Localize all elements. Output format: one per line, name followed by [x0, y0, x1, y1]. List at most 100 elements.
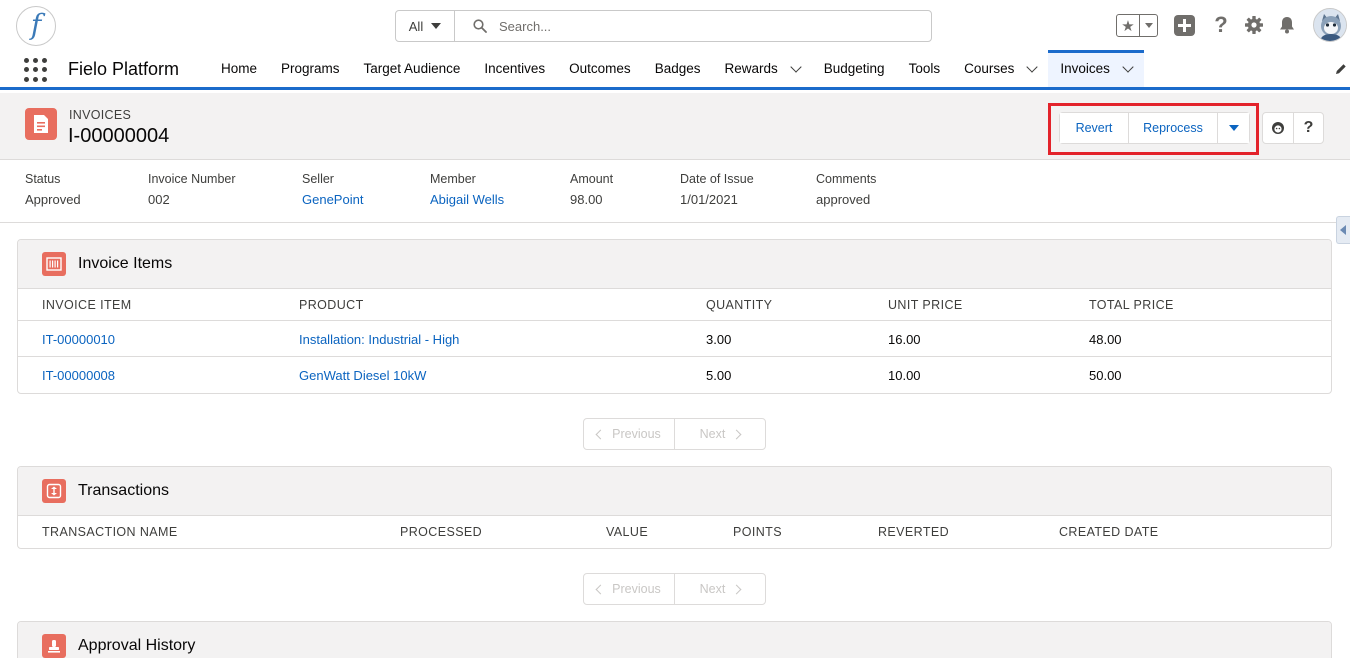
launcher-dot — [42, 76, 47, 82]
user-avatar[interactable] — [1313, 8, 1347, 42]
quantity-cell: 5.00 — [706, 368, 732, 383]
field-label: Invoice Number — [148, 172, 236, 186]
field-label: Seller — [302, 172, 334, 186]
global-create-button[interactable] — [1173, 14, 1195, 36]
nav-tab-label: Budgeting — [823, 61, 885, 76]
unit-price-cell: 10.00 — [888, 368, 921, 383]
global-header: f All ★ ? — [0, 0, 1350, 50]
setup-button[interactable] — [1243, 14, 1265, 36]
favorites-group: ★ — [1116, 14, 1158, 37]
stamp-icon — [42, 634, 66, 658]
record-help-button[interactable]: ? — [1293, 113, 1323, 143]
seller-link[interactable]: GenePoint — [302, 192, 363, 207]
next-page-button[interactable]: Next — [674, 419, 765, 449]
column-header[interactable]: PROCESSED — [400, 525, 482, 539]
reprocess-button[interactable]: Reprocess — [1128, 113, 1217, 143]
nav-tabs: Home Programs Target Audience Incentives… — [209, 50, 1144, 87]
field-label: Member — [430, 172, 476, 186]
nav-tab-rewards[interactable]: Rewards — [712, 50, 811, 87]
nav-tab-outcomes[interactable]: Outcomes — [557, 50, 643, 87]
invoice-item-link[interactable]: IT-00000008 — [42, 368, 115, 383]
previous-page-button[interactable]: Previous — [584, 574, 674, 604]
previous-label: Previous — [612, 582, 661, 596]
next-page-button[interactable]: Next — [674, 574, 765, 604]
notifications-button[interactable] — [1276, 14, 1298, 36]
gear-icon — [1245, 16, 1263, 34]
total-price-cell: 50.00 — [1089, 368, 1122, 383]
column-header[interactable]: VALUE — [606, 525, 648, 539]
field-invoice-number: Invoice Number 002 — [148, 172, 236, 207]
column-header[interactable]: POINTS — [733, 525, 782, 539]
card-header: Transactions — [18, 467, 1331, 516]
chevron-down-icon[interactable] — [790, 60, 802, 73]
chevron-right-icon — [731, 584, 742, 594]
chevron-down-icon[interactable] — [1026, 60, 1039, 73]
nav-tab-programs[interactable]: Programs — [269, 50, 352, 87]
nav-tab-tools[interactable]: Tools — [897, 50, 953, 87]
star-icon[interactable]: ★ — [1117, 15, 1140, 36]
launcher-dot — [33, 67, 38, 73]
app-name: Fielo Platform — [68, 59, 180, 79]
nav-tab-badges[interactable]: Badges — [643, 50, 713, 87]
field-comments: Comments approved — [816, 172, 876, 207]
launcher-dot — [24, 67, 29, 73]
barcode-icon — [42, 252, 66, 276]
table-header: TRANSACTION NAME PROCESSED VALUE POINTS … — [18, 516, 1331, 548]
launcher-dot — [33, 76, 38, 82]
invoice-item-link[interactable]: IT-00000010 — [42, 332, 115, 347]
fielo-logo[interactable]: f — [16, 6, 56, 46]
collapse-panel-tab[interactable] — [1336, 216, 1350, 244]
reprocess-label: Reprocess — [1143, 121, 1203, 135]
nav-tab-label: Home — [221, 61, 258, 76]
field-label: Date of Issue — [680, 172, 754, 186]
product-link[interactable]: GenWatt Diesel 10kW — [299, 368, 426, 383]
field-member: Member Abigail Wells — [430, 172, 504, 207]
column-header[interactable]: REVERTED — [878, 525, 949, 539]
quantity-cell: 3.00 — [706, 332, 732, 347]
column-header[interactable]: PRODUCT — [299, 298, 364, 312]
search-scope-dropdown[interactable]: All — [396, 11, 455, 41]
column-header[interactable]: TRANSACTION NAME — [42, 525, 178, 539]
record-utility-buttons: ? — [1262, 112, 1324, 144]
member-link[interactable]: Abigail Wells — [430, 192, 504, 207]
revert-button[interactable]: Revert — [1060, 113, 1128, 143]
help-button[interactable]: ? — [1210, 12, 1232, 37]
more-actions-dropdown[interactable] — [1217, 113, 1249, 143]
navigation-bar: Fielo Platform Home Programs Target Audi… — [0, 50, 1350, 90]
column-header[interactable]: UNIT PRICE — [888, 298, 963, 312]
favorites-dropdown[interactable] — [1140, 15, 1157, 36]
nav-tab-courses[interactable]: Courses — [952, 50, 1048, 87]
invoice-items-pager: Previous Next — [583, 418, 766, 450]
chevron-left-icon — [595, 429, 606, 439]
nav-tab-label: Rewards — [724, 61, 778, 76]
record-title: I-00000004 — [68, 125, 170, 147]
next-label: Next — [699, 427, 726, 441]
column-header[interactable]: CREATED DATE — [1059, 525, 1158, 539]
chevron-down-icon[interactable] — [1122, 60, 1134, 73]
chevron-left-icon — [595, 584, 606, 594]
app-launcher-button[interactable] — [24, 58, 48, 82]
card-header: Approval History — [18, 622, 1331, 658]
product-link[interactable]: Installation: Industrial - High — [299, 332, 459, 347]
column-header[interactable]: QUANTITY — [706, 298, 772, 312]
field-value: Approved — [25, 192, 81, 207]
feedback-button[interactable] — [1263, 113, 1293, 143]
approval-history-card: Approval History — [17, 621, 1332, 658]
field-label: Status — [25, 172, 61, 186]
search-input[interactable] — [499, 18, 899, 34]
previous-page-button[interactable]: Previous — [584, 419, 674, 449]
nav-tab-invoices[interactable]: Invoices — [1048, 50, 1144, 87]
logo-letter: f — [30, 8, 42, 41]
total-price-cell: 48.00 — [1089, 332, 1122, 347]
launcher-dot — [24, 76, 29, 82]
search-field — [455, 11, 931, 41]
nav-tab-target-audience[interactable]: Target Audience — [352, 50, 473, 87]
column-header[interactable]: TOTAL PRICE — [1089, 298, 1174, 312]
nav-tab-incentives[interactable]: Incentives — [472, 50, 557, 87]
nav-tab-home[interactable]: Home — [209, 50, 269, 87]
caret-down-icon — [1228, 125, 1239, 131]
column-header[interactable]: INVOICE ITEM — [42, 298, 132, 312]
edit-nav-button[interactable] — [1334, 62, 1348, 79]
transactions-pager: Previous Next — [583, 573, 766, 605]
nav-tab-budgeting[interactable]: Budgeting — [812, 50, 897, 87]
